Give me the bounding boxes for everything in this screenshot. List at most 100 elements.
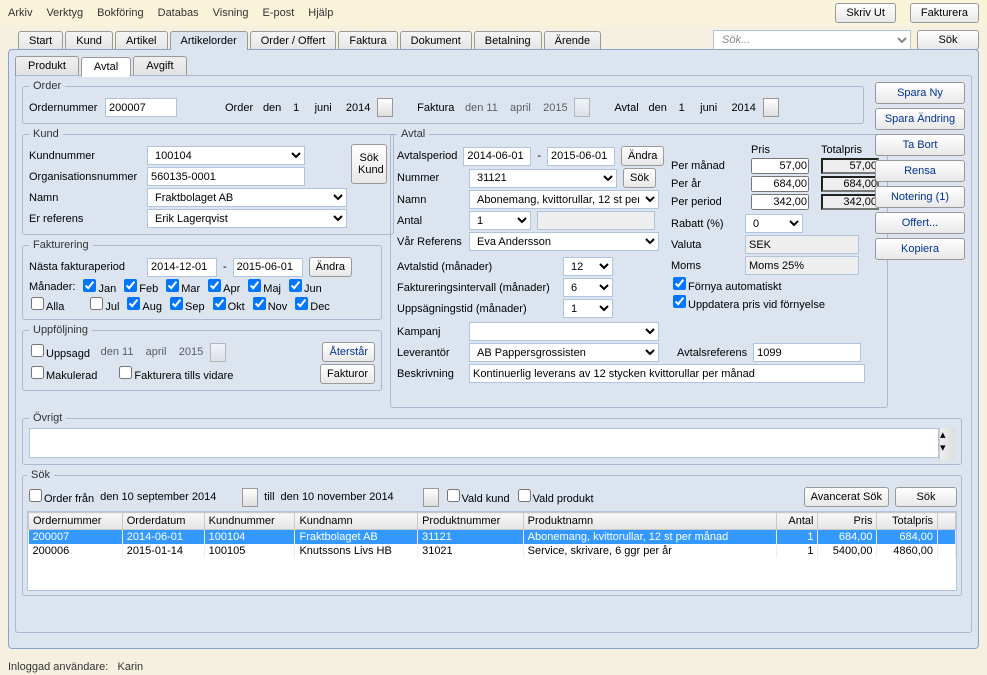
aterstar-button[interactable]: Återstår: [322, 342, 375, 362]
avtal-sok-button[interactable]: Sök: [623, 168, 656, 188]
top-search-button[interactable]: Sök: [917, 30, 979, 50]
erref-input[interactable]: Erik Lagerqvist: [147, 209, 347, 228]
chk-mar[interactable]: Mar: [164, 279, 200, 295]
chk-aug[interactable]: Aug: [125, 297, 162, 313]
chk-apr[interactable]: Apr: [206, 279, 240, 295]
avtal-nummer-input[interactable]: 31121: [469, 169, 617, 188]
tab-arende[interactable]: Ärende: [544, 31, 601, 50]
tab-artikel[interactable]: Artikel: [115, 31, 168, 50]
chk-feb[interactable]: Feb: [122, 279, 158, 295]
calendar-icon[interactable]: [377, 98, 393, 117]
col-antal[interactable]: Antal: [777, 513, 818, 530]
calendar-icon[interactable]: [210, 343, 226, 362]
rensa-button[interactable]: Rensa: [875, 160, 965, 182]
chk-fornya[interactable]: Förnya automatiskt: [671, 277, 782, 293]
faktinterval-input[interactable]: 6: [563, 278, 613, 297]
spara-ny-button[interactable]: Spara Ny: [875, 82, 965, 104]
subtab-avgift[interactable]: Avgift: [133, 56, 186, 76]
tab-kund[interactable]: Kund: [65, 31, 113, 50]
sok-from-date[interactable]: [100, 488, 258, 507]
chk-alla[interactable]: Alla: [29, 297, 64, 313]
avtal-namn-input[interactable]: Abonemang, kvittorullar, 12 st per m: [469, 190, 659, 209]
ovrigt-textarea[interactable]: [29, 428, 939, 458]
period-from-input[interactable]: [147, 258, 217, 277]
calendar-icon[interactable]: [763, 98, 779, 117]
varref-input[interactable]: Eva Andersson: [469, 232, 659, 251]
perperiod-pris[interactable]: [751, 194, 809, 210]
calendar-icon[interactable]: [574, 98, 590, 117]
chk-maj[interactable]: Maj: [246, 279, 281, 295]
menu-hjalp[interactable]: Hjälp: [308, 7, 333, 19]
avtal-andra-button[interactable]: Ändra: [621, 146, 664, 166]
menu-arkiv[interactable]: Arkiv: [8, 7, 32, 19]
subtab-produkt[interactable]: Produkt: [15, 56, 79, 76]
spara-andring-button[interactable]: Spara Ändring: [875, 108, 965, 130]
table-row[interactable]: 2000062015-01-14100105Knutssons Livs HB3…: [29, 544, 956, 558]
ta-bort-button[interactable]: Ta Bort: [875, 134, 965, 156]
antal-input[interactable]: 1: [469, 211, 531, 230]
rabatt-input[interactable]: 0: [745, 214, 803, 233]
leverantor-input[interactable]: AB Pappersgrossisten: [469, 343, 659, 362]
period-to-input[interactable]: [233, 258, 303, 277]
avtalstid-input[interactable]: 12: [563, 257, 613, 276]
calendar-icon[interactable]: [242, 488, 258, 507]
col-kundnamn[interactable]: Kundnamn: [295, 513, 418, 530]
chk-makulerad[interactable]: Makulerad: [29, 366, 97, 382]
chk-uppsagd[interactable]: Uppsagd: [29, 344, 90, 360]
andra-period-button[interactable]: Ändra: [309, 257, 352, 277]
kampanj-input[interactable]: [469, 322, 659, 341]
chk-jun[interactable]: Jun: [287, 279, 322, 295]
calendar-icon[interactable]: [423, 488, 439, 507]
beskrivning-input[interactable]: [469, 364, 865, 383]
top-search-input[interactable]: Sök...: [713, 30, 911, 50]
sok-kund-button[interactable]: Sök Kund: [351, 144, 387, 184]
scrollbar[interactable]: ▴▾: [939, 428, 955, 460]
chk-uppdatera[interactable]: Uppdatera pris vid förnyelse: [671, 295, 825, 311]
col-kundnummer[interactable]: Kundnummer: [204, 513, 295, 530]
results-grid[interactable]: Ordernummer Orderdatum Kundnummer Kundna…: [27, 511, 957, 591]
uppsagning-input[interactable]: 1: [563, 299, 613, 318]
chk-valdprodukt[interactable]: Vald produkt: [516, 489, 594, 505]
col-pris[interactable]: Pris: [818, 513, 877, 530]
sok-to-date[interactable]: [281, 488, 439, 507]
table-row[interactable]: 2000072014-06-01100104Fraktbolaget AB311…: [29, 530, 956, 545]
sok-button[interactable]: Sök: [895, 487, 957, 507]
chk-jul[interactable]: Jul: [88, 297, 119, 313]
avtalsperiod-to[interactable]: [547, 147, 615, 166]
avtal-date-picker[interactable]: [645, 98, 779, 117]
col-produktnamn[interactable]: Produktnamn: [523, 513, 777, 530]
chk-sep[interactable]: Sep: [168, 297, 205, 313]
menu-epost[interactable]: E-post: [263, 7, 295, 19]
chk-jan[interactable]: Jan: [81, 279, 116, 295]
notering-button[interactable]: Notering (1): [875, 186, 965, 208]
chk-dec[interactable]: Dec: [293, 297, 330, 313]
tab-artikelorder[interactable]: Artikelorder: [170, 31, 248, 50]
kundnamn-input[interactable]: Fraktbolaget AB: [147, 188, 347, 207]
chk-nov[interactable]: Nov: [251, 297, 288, 313]
print-button[interactable]: Skriv Ut: [835, 3, 896, 23]
col-orderdatum[interactable]: Orderdatum: [122, 513, 204, 530]
orgnr-input[interactable]: [147, 167, 305, 186]
col-ordernummer[interactable]: Ordernummer: [29, 513, 123, 530]
menu-bokforing[interactable]: Bokföring: [97, 7, 143, 19]
avtalsperiod-from[interactable]: [463, 147, 531, 166]
tab-start[interactable]: Start: [18, 31, 63, 50]
fakturor-button[interactable]: Fakturor: [320, 364, 375, 384]
chk-orderfran[interactable]: Order från: [27, 489, 94, 505]
ordernummer-input[interactable]: [105, 98, 177, 117]
chk-okt[interactable]: Okt: [211, 297, 245, 313]
menu-databas[interactable]: Databas: [158, 7, 199, 19]
tab-faktura[interactable]: Faktura: [338, 31, 397, 50]
subtab-avtal[interactable]: Avtal: [81, 57, 131, 77]
kundnummer-input[interactable]: 100104: [147, 146, 305, 165]
col-produktnummer[interactable]: Produktnummer: [418, 513, 524, 530]
faktura-date-picker[interactable]: [460, 98, 590, 117]
perar-pris[interactable]: [751, 176, 809, 192]
avtalsref-input[interactable]: [753, 343, 861, 362]
menu-visning[interactable]: Visning: [213, 7, 249, 19]
uppsagd-date-picker[interactable]: [96, 343, 226, 362]
permanad-pris[interactable]: [751, 158, 809, 174]
tab-dokument[interactable]: Dokument: [400, 31, 472, 50]
invoice-button[interactable]: Fakturera: [910, 3, 979, 23]
col-totalpris[interactable]: Totalpris: [877, 513, 938, 530]
